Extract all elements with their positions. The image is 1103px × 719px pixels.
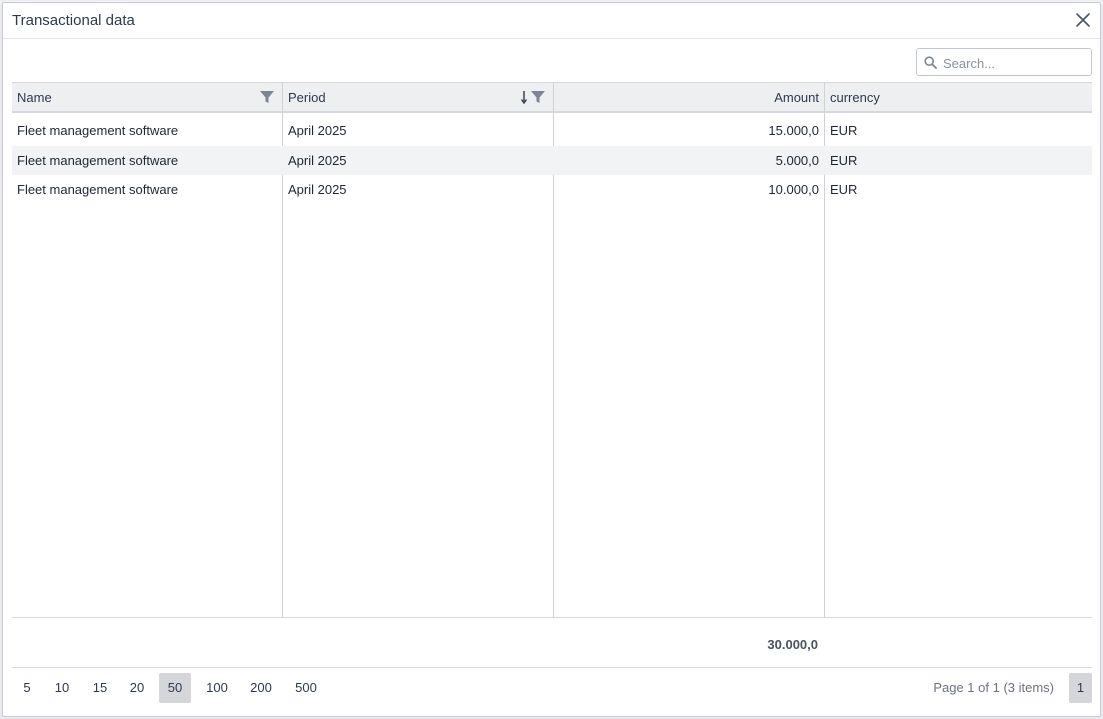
cell-name: Fleet management software [17, 182, 179, 197]
pager: 5 10 15 20 50 100 200 500 Page 1 of 1 (3… [12, 673, 1092, 703]
page-size-15[interactable]: 15 [85, 673, 115, 703]
column-header-currency[interactable]: currency [825, 83, 1092, 112]
cell-amount: 5.000,0 [775, 153, 819, 168]
cell-amount: 10.000,0 [768, 182, 819, 197]
total-amount: 30.000,0 [767, 637, 818, 652]
cell-period: April 2025 [288, 153, 347, 168]
close-icon [1076, 13, 1090, 27]
column-header-label: Period [288, 90, 326, 105]
sort-descending-icon[interactable] [520, 89, 528, 105]
search-field[interactable] [916, 48, 1092, 76]
page-size-10[interactable]: 10 [47, 673, 77, 703]
column-header-name[interactable]: Name [12, 83, 282, 112]
cell-name: Fleet management software [17, 153, 179, 168]
dialog-header: Transactional data [3, 3, 1100, 39]
page-size-50[interactable]: 50 [159, 673, 191, 703]
page-size-500[interactable]: 500 [289, 673, 323, 703]
totals-row: 30.000,0 [12, 620, 1092, 668]
table-row[interactable]: Fleet management software April 2025 15.… [12, 116, 1092, 145]
cell-currency: EUR [830, 123, 858, 138]
search-input[interactable] [943, 53, 1087, 73]
cell-amount: 15.000,0 [768, 123, 819, 138]
cell-period: April 2025 [288, 182, 347, 197]
table-row[interactable]: Fleet management software April 2025 5.0… [12, 146, 1092, 175]
pager-summary: Page 1 of 1 (3 items) [933, 680, 1054, 695]
close-button[interactable] [1074, 11, 1092, 29]
transactional-data-dialog: Transactional data Name Period [2, 2, 1101, 717]
table-row[interactable]: Fleet management software April 2025 10.… [12, 175, 1092, 204]
filter-icon[interactable] [530, 89, 546, 105]
column-header-label: Name [17, 90, 52, 105]
column-header-label: Amount [774, 90, 819, 105]
transactions-grid: Name Period Amount currency Fleet manage… [12, 82, 1092, 618]
column-header-label: currency [830, 90, 880, 105]
search-icon [924, 56, 937, 69]
cell-period: April 2025 [288, 123, 347, 138]
filter-icon[interactable] [259, 89, 275, 105]
page-size-5[interactable]: 5 [14, 673, 40, 703]
cell-currency: EUR [830, 182, 858, 197]
page-size-100[interactable]: 100 [200, 673, 234, 703]
cell-currency: EUR [830, 153, 858, 168]
column-header-period[interactable]: Period [283, 83, 553, 112]
page-size-20[interactable]: 20 [122, 673, 152, 703]
page-button-1[interactable]: 1 [1069, 673, 1092, 703]
dialog-title: Transactional data [12, 12, 135, 29]
column-header-amount[interactable]: Amount [554, 83, 824, 112]
grid-header: Name Period Amount currency [12, 82, 1092, 113]
page-size-200[interactable]: 200 [244, 673, 278, 703]
cell-name: Fleet management software [17, 123, 179, 138]
